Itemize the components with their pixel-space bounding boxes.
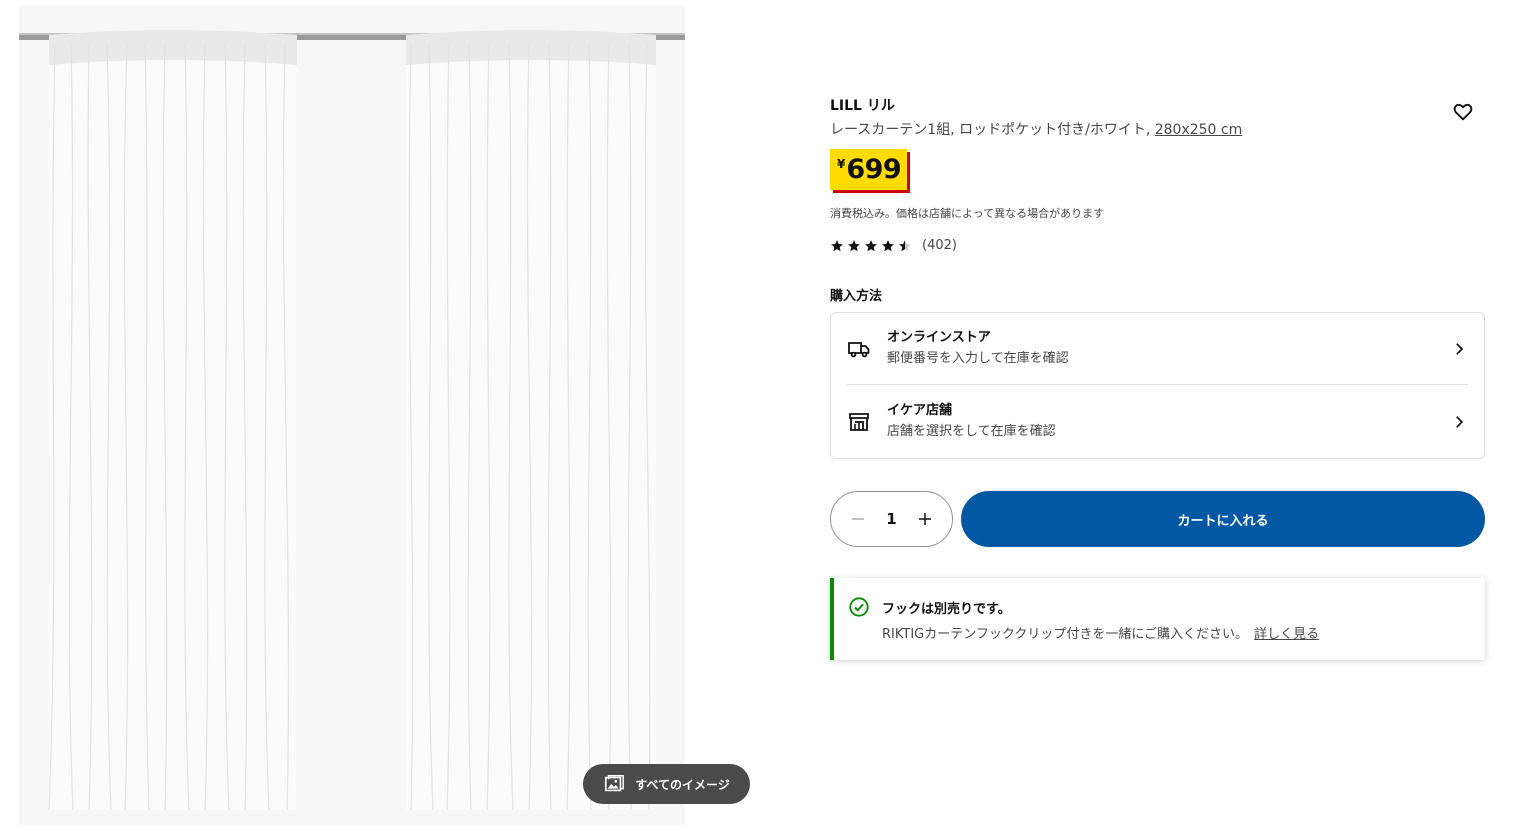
star-full-icon (882, 239, 894, 251)
product-info: LILL リル レースカーテン1組, ロッドポケット付き/ホワイト, 280x2… (830, 0, 1485, 825)
hooks-notice: フックは別売りです。 RIKTIGカーテンフッククリップ付きを一緒にご購入くださ… (830, 578, 1485, 660)
check-circle-icon (849, 597, 869, 617)
rating[interactable]: (402) (830, 238, 957, 253)
product-media: すべてのイメージ (0, 0, 760, 825)
purchase-heading: 購入方法 (830, 289, 883, 304)
plus-icon (919, 513, 931, 525)
truck-icon (848, 341, 870, 357)
notice-title: フックは別売りです。 (882, 602, 1011, 617)
option-store-title: イケア店舗 (887, 403, 953, 418)
all-images-label: すべてのイメージ (635, 777, 730, 792)
notice-body: RIKTIGカーテンフッククリップ付きを一緒にご購入ください。 詳しく見る (882, 623, 1319, 642)
all-images-button[interactable]: すべてのイメージ (583, 764, 750, 804)
quantity-input[interactable] (876, 510, 907, 528)
rating-count: (402) (922, 238, 957, 253)
curtain-illustration (19, 5, 685, 825)
image-gallery-icon (605, 775, 625, 792)
rating-stars (830, 239, 912, 253)
chevron-right-icon (1456, 416, 1464, 428)
product-size-link[interactable]: 280x250 cm (1155, 122, 1243, 138)
chevron-right-icon (1456, 342, 1464, 355)
minus-icon (852, 518, 864, 520)
price-tag: ¥ 699 (830, 149, 908, 190)
increase-quantity-button[interactable] (912, 506, 938, 532)
star-full-icon (831, 239, 843, 251)
option-online-store[interactable]: オンラインストア 郵便番号を入力して在庫を確認 (847, 313, 1468, 385)
price-amount: 699 (846, 154, 902, 185)
decrease-quantity-button[interactable] (845, 506, 871, 532)
product-image[interactable] (19, 5, 685, 825)
option-online-title: オンラインストア (887, 329, 991, 345)
tax-note: 消費税込み。価格は店舗によって異なる場合があります (830, 207, 1105, 220)
purchase-options: オンラインストア 郵便番号を入力して在庫を確認 イケア店舗 店舗を選択をして在庫… (830, 312, 1485, 459)
favorite-button[interactable] (1451, 101, 1475, 125)
notice-body-text: RIKTIGカーテンフッククリップ付きを一緒にご購入ください。 (882, 627, 1249, 642)
star-full-icon (848, 239, 860, 251)
quantity-stepper (830, 491, 953, 547)
star-full-icon (865, 239, 877, 251)
option-store-subtitle: 店舗を選択をして在庫を確認 (887, 424, 1056, 439)
store-icon (849, 413, 869, 431)
price-currency: ¥ (837, 157, 846, 171)
product-description: レースカーテン1組, ロッドポケット付き/ホワイト, 280x250 cm (830, 119, 1242, 139)
heart-icon (1453, 103, 1473, 121)
product-description-text: レースカーテン1組, ロッドポケット付き/ホワイト, (830, 122, 1155, 138)
option-online-subtitle: 郵便番号を入力して在庫を確認 (887, 350, 1069, 366)
star-half-icon (899, 239, 911, 251)
product-name: LILL リル (830, 98, 895, 114)
add-to-cart-button[interactable]: カートに入れる (961, 491, 1485, 547)
option-ikea-store[interactable]: イケア店舗 店舗を選択をして在庫を確認 (847, 386, 1468, 458)
notice-learn-more-link[interactable]: 詳しく見る (1254, 627, 1319, 642)
